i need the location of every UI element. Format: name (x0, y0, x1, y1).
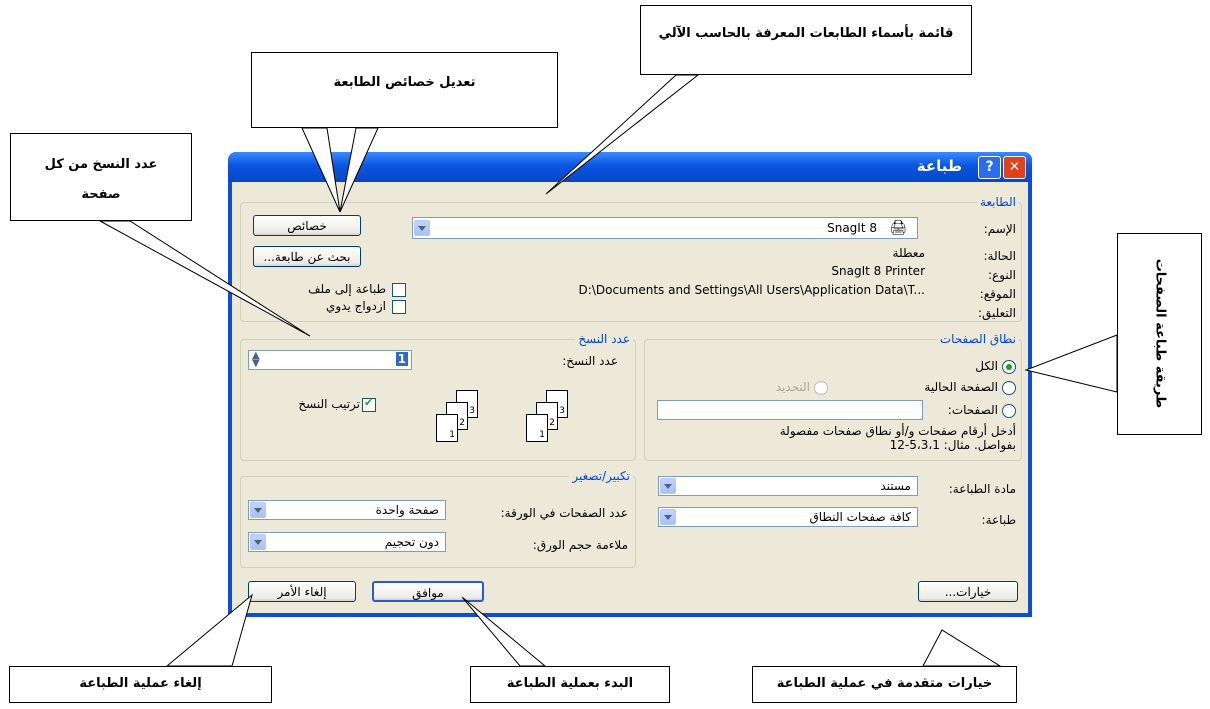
callout-advanced-options: خيارات متقدمة في عملية الطباعة (752, 666, 1017, 703)
chevron-down-icon[interactable] (414, 220, 430, 236)
pages-input[interactable] (657, 400, 923, 420)
printer-name-combo[interactable]: 🖨 SnagIt 8 (412, 217, 918, 239)
printer-name-value: SnagIt 8 (827, 221, 877, 235)
where-value: D:\Documents and Settings\All Users\Appl… (578, 283, 925, 297)
collate-illustration-2: 3 2 1 (434, 390, 494, 445)
properties-button[interactable]: خصائص (253, 215, 361, 236)
title-bar: ✕ ? طباعة (228, 152, 1032, 182)
scale-value: دون تحجيم (384, 535, 439, 549)
manual-duplex-label: ازدواج يدوي (326, 299, 386, 313)
radio-pages[interactable] (1002, 404, 1016, 418)
radio-current-page[interactable] (1002, 381, 1016, 395)
print-what-label: مادة الطباعة: (948, 482, 1016, 496)
comment-label: التعليق: (977, 306, 1016, 320)
collate-checkbox[interactable]: ✔ (362, 396, 376, 412)
callout-page-range-method: طريقة طباعة الصفحات (1117, 233, 1202, 435)
type-label: النوع: (987, 268, 1016, 282)
scale-combo[interactable]: دون تحجيم (248, 532, 446, 552)
help-button[interactable]: ? (978, 156, 1001, 179)
print-what-value: مستند (880, 479, 911, 493)
page-icon: 1 (436, 414, 458, 442)
collate-label: ترتيب النسخ (298, 397, 360, 411)
scale-label: ملاءمة حجم الورق: (532, 538, 628, 552)
manual-duplex-checkbox[interactable] (392, 300, 406, 314)
print-label: طباعة: (981, 513, 1016, 527)
pointer-page-range (1024, 334, 1118, 393)
find-printer-button[interactable]: بحث عن طابعة... (253, 246, 361, 267)
callout-page-range-method-text: طريقة طباعة الصفحات (1152, 258, 1168, 409)
radio-selection[interactable] (814, 381, 828, 395)
printer-icon: 🖨 (889, 220, 907, 236)
type-value: SnagIt 8 Printer (831, 264, 925, 278)
cancel-button[interactable]: إلغاء الأمر (248, 581, 356, 602)
page-range-help-line1: أدخل أرقام صفحات و/أو نطاق صفحات مفصولة (779, 424, 1016, 438)
pointer-options (922, 629, 1002, 667)
zoom-group: تكبير/تصغير (240, 469, 636, 568)
chevron-down-icon[interactable] (660, 509, 676, 525)
radio-all-label: الكل (975, 359, 998, 373)
printer-name-label: الإسم: (983, 222, 1016, 236)
zoom-group-label: تكبير/تصغير (569, 469, 633, 483)
status-value: معطلة (892, 246, 925, 260)
where-label: الموقع: (979, 287, 1016, 301)
callout-printer-properties: تعديل خصائص الطابعة (251, 52, 558, 128)
help-icon: ? (985, 159, 994, 175)
chevron-down-icon[interactable] (660, 478, 676, 494)
close-icon: ✕ (1008, 159, 1021, 175)
page-icon: 1 (526, 414, 548, 442)
print-what-combo[interactable]: مستند (658, 476, 918, 496)
printer-group-label: الطابعة (976, 195, 1019, 209)
collate-illustration-1: 3 2 1 (524, 390, 584, 445)
copies-group-label: عدد النسخ (575, 332, 633, 346)
pages-per-sheet-combo[interactable]: صفحة واحدة (248, 500, 446, 520)
print-to-file-label: طباعة إلى ملف (308, 282, 386, 296)
print-to-file-checkbox[interactable] (392, 283, 406, 297)
print-combo[interactable]: كافة صفحات النطاق (658, 507, 918, 527)
radio-pages-label: الصفحات: (947, 403, 998, 417)
page-range-group-label: نطاق الصفحات (936, 332, 1019, 346)
pages-per-sheet-label: عدد الصفحات في الورقة: (500, 506, 628, 520)
options-button[interactable]: خيارات... (918, 581, 1018, 602)
print-dialog: ✕ ? طباعة الطابعة الإسم: 🖨 SnagIt 8 خصائ… (228, 152, 1032, 617)
callout-copies-per-page: عدد النسخ من كل صفحة (10, 133, 192, 221)
copies-count-value: 1 (395, 352, 408, 366)
chevron-down-icon[interactable] (250, 502, 266, 518)
dialog-client: الطابعة الإسم: 🖨 SnagIt 8 خصائص بحث عن ط… (232, 182, 1028, 613)
callout-cancel-printing: إلغاء عملية الطباعة (9, 666, 272, 703)
print-value: كافة صفحات النطاق (809, 510, 911, 524)
ok-button[interactable]: موافق (372, 581, 484, 602)
callout-printer-list: قائمة بأسماء الطابعات المعرفة بالحاسب ال… (640, 5, 972, 75)
dialog-title: طباعة (916, 157, 962, 175)
copies-spinner[interactable]: ▲ ▼ 1 (248, 350, 412, 370)
callout-start-printing: البدء بعملية الطباعة (470, 666, 670, 703)
pages-per-sheet-value: صفحة واحدة (375, 503, 439, 517)
chevron-down-icon[interactable] (250, 534, 266, 550)
copies-count-label: عدد النسخ: (562, 354, 618, 368)
check-icon: ✔ (364, 396, 374, 409)
radio-all[interactable] (1002, 360, 1016, 374)
page-range-help-line2: بفواصل. مثال: 5،3،1-12 (889, 438, 1016, 452)
status-label: الحالة: (983, 249, 1016, 263)
radio-selection-label: التحديد (775, 380, 810, 394)
close-button[interactable]: ✕ (1003, 156, 1026, 179)
spinner-arrows-icon[interactable]: ▲ ▼ (252, 351, 260, 369)
radio-current-page-label: الصفحة الحالية (924, 380, 998, 394)
